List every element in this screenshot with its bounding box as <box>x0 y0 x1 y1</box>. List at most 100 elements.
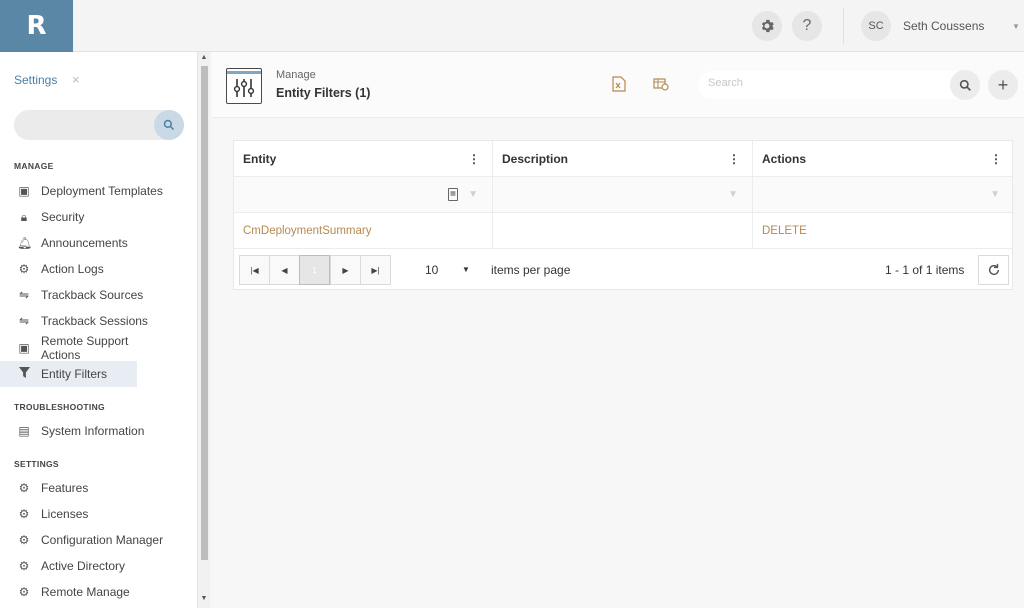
sidebar-item-trackback-sessions[interactable]: ⇋ Trackback Sessions <box>0 308 197 334</box>
bell-icon: 🔔︎ <box>17 236 33 250</box>
settings-gear-icon[interactable] <box>752 11 782 41</box>
main-content: Manage Entity Filters (1) + Entity ⋮ Des… <box>212 52 1024 608</box>
sidebar-item-entity-filters[interactable]: Entity Filters <box>0 361 137 387</box>
sidebar-item-label: Configuration Manager <box>41 533 164 547</box>
sidebar-item-label: Features <box>41 481 89 495</box>
sidebar-item-label: Security <box>41 210 85 224</box>
page-size-select[interactable]: 10 <box>425 263 438 277</box>
info-icon: ▤ <box>18 424 30 438</box>
close-icon[interactable]: × <box>72 72 80 87</box>
sidebar-item-label: Action Logs <box>41 262 104 276</box>
grid-filter-row: ▦ ▼ ▼ ▼ <box>234 177 1012 213</box>
sidebar-item-system-information[interactable]: ▤ System Information <box>0 418 197 444</box>
search-icon[interactable] <box>950 70 980 100</box>
filter-icon[interactable]: ▼ <box>728 189 738 200</box>
sidebar-item-trackback-sources[interactable]: ⇋ Trackback Sources <box>0 282 197 308</box>
calculator-icon[interactable]: ▦ <box>448 188 458 201</box>
sidebar-item-active-directory[interactable]: ⚙ Active Directory <box>0 553 197 579</box>
table-row: CmDeploymentSummary DELETE <box>234 213 1012 249</box>
grid-header-row: Entity ⋮ Description ⋮ Actions ⋮ <box>234 141 1012 177</box>
section-title-settings: SETTINGS <box>14 459 59 469</box>
sidebar-item-announcements[interactable]: 🔔︎ Announcements <box>0 230 197 256</box>
section-title-troubleshooting: TROUBLESHOOTING <box>14 402 105 412</box>
delete-link[interactable]: DELETE <box>762 225 807 237</box>
help-icon: ? <box>802 17 812 34</box>
search-box[interactable] <box>698 71 978 99</box>
app-logo[interactable]: R <box>0 0 73 52</box>
sidebar-item-label: Entity Filters <box>41 367 108 381</box>
sidebar-item-remote-manage[interactable]: ⚙ Remote Manage <box>0 579 197 605</box>
sidebar-item-features[interactable]: ⚙ Features <box>0 475 197 501</box>
cell-description <box>493 213 753 248</box>
sidebar-item-remote-support-actions[interactable]: ▣ Remote Support Actions <box>0 334 197 362</box>
sidebar-item-deployment-templates[interactable]: ▣ Deployment Templates <box>0 178 197 204</box>
section-title-manage: MANAGE <box>14 161 54 171</box>
column-header-entity[interactable]: Entity ⋮ <box>234 141 493 176</box>
gear-icon: ⚙ <box>18 533 30 547</box>
settings-sidebar: Settings × MANAGE ▣ Deployment Templates… <box>0 52 198 608</box>
sidebar-item-label: Trackback Sessions <box>41 314 148 328</box>
sidebar-item-label: Active Directory <box>41 559 126 573</box>
sidebar-item-label: Remote Support Actions <box>41 334 129 362</box>
export-csv-icon[interactable] <box>651 74 671 94</box>
next-page-icon[interactable]: ▶ <box>330 255 361 285</box>
gear-icon: ⚙ <box>18 507 30 521</box>
sidebar-item-security[interactable]: 🔒︎ Security <box>0 204 197 230</box>
divider <box>843 8 844 44</box>
column-menu-icon[interactable]: ⋮ <box>728 152 740 166</box>
avatar[interactable]: SC <box>861 11 891 41</box>
sidebar-search[interactable] <box>14 110 184 140</box>
filter-cell-actions[interactable]: ▼ <box>753 177 1014 212</box>
filter-cell-entity[interactable]: ▦ ▼ <box>234 177 493 212</box>
per-page-label: items per page <box>491 263 571 277</box>
sidebar-item-label: Licenses <box>41 507 89 521</box>
add-button[interactable]: + <box>988 70 1018 100</box>
search-icon[interactable] <box>154 110 184 140</box>
column-menu-icon[interactable]: ⋮ <box>990 152 1002 166</box>
user-name[interactable]: Seth Coussens <box>903 19 984 33</box>
sidebar-item-label: Deployment Templates <box>41 184 163 198</box>
column-header-label: Description <box>502 151 569 166</box>
template-icon: ▣ <box>18 341 30 355</box>
handshake-icon: ⇋ <box>18 288 30 302</box>
pager: |◀ ◀ 1 ▶ ▶| 10 ▼ items per page 1 - 1 of… <box>234 249 1012 289</box>
page-title: Entity Filters (1) <box>276 86 371 100</box>
scroll-up-arrow-icon[interactable]: ▲ <box>198 54 210 64</box>
column-header-actions[interactable]: Actions ⋮ <box>753 141 1014 176</box>
export-excel-icon[interactable] <box>609 74 629 94</box>
last-page-icon[interactable]: ▶| <box>360 255 391 285</box>
items-count: 1 - 1 of 1 items <box>885 263 965 277</box>
page-button-current[interactable]: 1 <box>299 255 330 285</box>
sidebar-item-configuration-manager[interactable]: ⚙ Configuration Manager <box>0 527 197 553</box>
refresh-button[interactable] <box>978 255 1009 285</box>
template-icon: ▣ <box>18 184 30 198</box>
sidebar-item-licenses[interactable]: ⚙ Licenses <box>0 501 197 527</box>
column-header-description[interactable]: Description ⋮ <box>493 141 753 176</box>
sidebar-item-label: Trackback Sources <box>41 288 144 302</box>
gears-icon: ⚙ <box>18 262 30 276</box>
top-bar: R ? SC Seth Coussens ▼ <box>0 0 1024 52</box>
filter-icon[interactable]: ▼ <box>990 189 1000 200</box>
logo-letter: R <box>26 11 47 41</box>
sidebar-item-label: Announcements <box>41 236 128 250</box>
plus-icon: + <box>997 74 1009 95</box>
entity-link[interactable]: CmDeploymentSummary <box>243 225 371 237</box>
handshake-icon: ⇋ <box>18 314 30 328</box>
entity-filters-icon <box>226 68 262 104</box>
help-button[interactable]: ? <box>792 11 822 41</box>
filter-icon[interactable]: ▼ <box>468 189 478 200</box>
scroll-down-arrow-icon[interactable]: ▼ <box>198 595 210 605</box>
search-input[interactable] <box>708 77 928 89</box>
breadcrumb[interactable]: Manage <box>276 69 316 81</box>
sidebar-item-action-logs[interactable]: ⚙ Action Logs <box>0 256 197 282</box>
chevron-down-icon[interactable]: ▼ <box>1012 22 1020 31</box>
entity-filters-grid: Entity ⋮ Description ⋮ Actions ⋮ ▦ ▼ ▼ ▼ <box>233 140 1013 290</box>
prev-page-icon[interactable]: ◀ <box>269 255 300 285</box>
chevron-down-icon[interactable]: ▼ <box>462 265 470 274</box>
filter-cell-description[interactable]: ▼ <box>493 177 753 212</box>
column-menu-icon[interactable]: ⋮ <box>468 152 480 166</box>
sidebar-title: Settings <box>14 73 58 87</box>
page-header: Manage Entity Filters (1) + <box>212 52 1024 118</box>
first-page-icon[interactable]: |◀ <box>239 255 270 285</box>
scrollbar-thumb[interactable] <box>201 66 208 560</box>
